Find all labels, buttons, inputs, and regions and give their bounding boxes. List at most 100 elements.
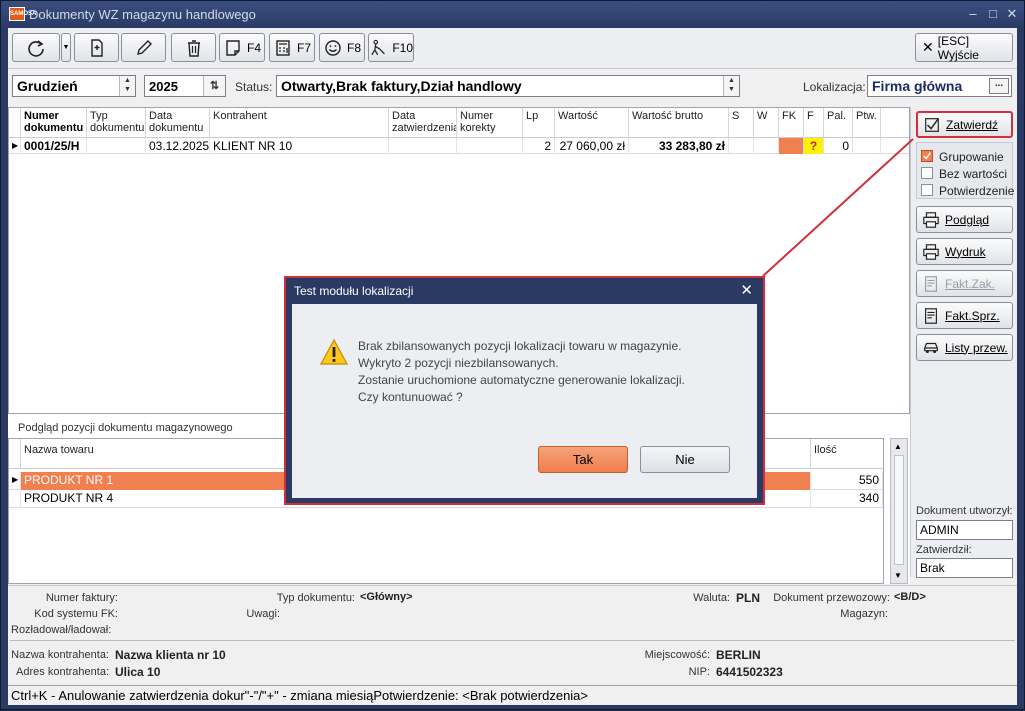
created-by-field: ADMIN	[916, 520, 1013, 540]
print-button[interactable]: Wydruk	[916, 238, 1013, 265]
items-scrollbar[interactable]: ▲ ▼	[890, 438, 908, 584]
row-indicator	[9, 490, 21, 508]
spin-icon[interactable]: ▲ ▼	[723, 76, 739, 96]
exit-button[interactable]: ✕ [ESC] Wyjście	[915, 33, 1013, 62]
scrollbar-thumb[interactable]	[894, 455, 904, 565]
refresh-button[interactable]	[12, 33, 60, 62]
col-data[interactable]: Data dokumentu	[146, 108, 210, 138]
col-brutto[interactable]: Wartość brutto	[629, 108, 729, 138]
printer-icon	[923, 243, 939, 260]
f10-label: F10	[392, 40, 413, 55]
month-select[interactable]: Grudzień ▲ ▼	[12, 75, 136, 97]
purchase-invoice-button[interactable]: Fakt.Zak.	[916, 270, 1013, 297]
yes-button[interactable]: Tak	[538, 446, 628, 473]
carrier-doc-label: Dokument przewozowy:	[773, 592, 890, 604]
col-typ[interactable]: Typ dokumentu	[87, 108, 146, 138]
grid-header: Numer dokumentu Typ dokumentu Data dokum…	[9, 108, 909, 138]
cell-item-qty: 340	[811, 490, 883, 508]
doc-type-label: Typ dokumentu:	[276, 592, 355, 604]
table-row[interactable]: ▶ 0001/25/H 03.12.2025 KLIENT NR 10 2 27…	[9, 138, 909, 154]
purchase-invoice-label: Fakt.Zak.	[945, 276, 996, 291]
col-ilosc[interactable]: Ilość	[811, 439, 883, 469]
car-icon	[924, 342, 938, 353]
no-value-checkbox[interactable]	[921, 167, 933, 179]
edit-button[interactable]	[121, 33, 166, 62]
sales-invoice-button[interactable]: Fakt.Sprz.	[916, 302, 1013, 329]
location-field[interactable]: Firma główna ...	[867, 75, 1012, 97]
approved-by-label: Zatwierdził:	[916, 544, 972, 556]
col-lp[interactable]: Lp	[523, 108, 555, 138]
cell-typ	[87, 138, 146, 154]
f10-button[interactable]: F10	[368, 33, 414, 62]
col-fk[interactable]: FK	[779, 108, 804, 138]
printer-icon	[923, 211, 939, 228]
scroll-up-icon[interactable]: ▲	[894, 442, 902, 451]
client-name-value: Nazwa klienta nr 10	[115, 648, 226, 662]
maximize-icon[interactable]: □	[984, 5, 1002, 23]
year-value: 2025	[149, 79, 178, 94]
close-x-icon: ✕	[922, 39, 934, 55]
main-window: SAMOSA Dokumenty WZ magazynu handlowego …	[0, 0, 1025, 710]
col-ptw[interactable]: Ptw.	[853, 108, 881, 138]
app-icon: SAMOSA	[9, 7, 36, 21]
invoice-no-label: Numer faktury:	[45, 592, 118, 604]
nip-label: NIP:	[688, 666, 710, 678]
f7-label: F7	[296, 40, 311, 55]
refresh-menu-button[interactable]: ▼	[61, 33, 71, 62]
year-sort-icon[interactable]: ⇅	[203, 76, 225, 96]
grouping-checkbox[interactable]	[921, 150, 933, 162]
new-document-icon	[90, 38, 103, 57]
no-button[interactable]: Nie	[640, 446, 730, 473]
cell-wartosc: 27 060,00 zł	[555, 138, 629, 154]
preview-label: Podgląd	[945, 212, 990, 227]
status-bar: Ctrl+K - Anulowanie zatwierdzenia dokur"…	[8, 685, 1017, 705]
preview-button[interactable]: Podgląd	[916, 206, 1013, 233]
col-numer[interactable]: Numer dokumentu	[21, 108, 87, 138]
cell-lp: 2	[523, 138, 555, 154]
cleaning-icon	[371, 39, 385, 55]
f4-button[interactable]: F4	[219, 33, 265, 62]
col-kontrahent[interactable]: Kontrahent	[210, 108, 389, 138]
f7-button[interactable]: F7	[269, 33, 315, 62]
confirmation-checkbox[interactable]	[921, 184, 933, 196]
row-pointer-icon: ▶	[9, 472, 21, 490]
cell-ptw	[853, 138, 881, 154]
side-panel: Zatwierdź Grupowanie Bez wartości Potwie…	[910, 107, 1017, 578]
col-pal[interactable]: Pal.	[824, 108, 853, 138]
spin-icon[interactable]: ▲ ▼	[119, 76, 135, 96]
col-w[interactable]: W	[754, 108, 779, 138]
cell-f: ?	[804, 138, 824, 154]
dialog-close-icon[interactable]: ✕	[740, 281, 753, 299]
client-address-label: Adres kontrahenta:	[16, 666, 109, 678]
col-data-zatw[interactable]: Data zatwierdzenia	[389, 108, 457, 138]
confirm-button[interactable]: Zatwierdź	[916, 111, 1013, 138]
delete-button[interactable]	[171, 33, 216, 62]
toolbar: ▼ F4 F7 F8 F10 ✕ [ESC] Wyjście	[8, 28, 1017, 69]
warehouse-label: Magazyn:	[840, 608, 888, 620]
year-field[interactable]: 2025 ⇅	[144, 75, 226, 97]
dialog-line-2: Wykryto 2 pozycji niezbilansowanych.	[358, 356, 559, 370]
browse-button[interactable]: ...	[989, 78, 1009, 94]
f8-button[interactable]: F8	[319, 33, 365, 62]
print-label: Wydruk	[945, 244, 986, 259]
title-bar: SAMOSA Dokumenty WZ magazynu handlowego …	[1, 1, 1024, 27]
col-korekta[interactable]: Numer korekty	[457, 108, 523, 138]
trash-icon	[187, 39, 200, 57]
dialog-line-4: Czy kontunuować ?	[358, 390, 463, 404]
col-wartosc[interactable]: Wartość	[555, 108, 629, 138]
col-f[interactable]: F	[804, 108, 824, 138]
dialog-title: Test modułu lokalizacji	[294, 284, 414, 298]
scroll-down-icon[interactable]: ▼	[894, 571, 902, 580]
close-icon[interactable]: ✕	[1003, 5, 1021, 23]
confirm-label: Zatwierdź	[946, 117, 999, 132]
dropdown-arrow-icon: ▼	[62, 44, 70, 51]
minimize-icon[interactable]: –	[964, 5, 982, 23]
cell-fk	[779, 138, 804, 154]
location-value: Firma główna	[872, 78, 963, 94]
status-select[interactable]: Otwarty,Brak faktury,Dział handlowy ▲ ▼	[276, 75, 740, 97]
waybills-button[interactable]: Listy przew.	[916, 334, 1013, 361]
new-document-button[interactable]	[74, 33, 119, 62]
currency-value: PLN	[736, 591, 760, 605]
refresh-icon	[28, 39, 44, 57]
col-s[interactable]: S	[729, 108, 754, 138]
